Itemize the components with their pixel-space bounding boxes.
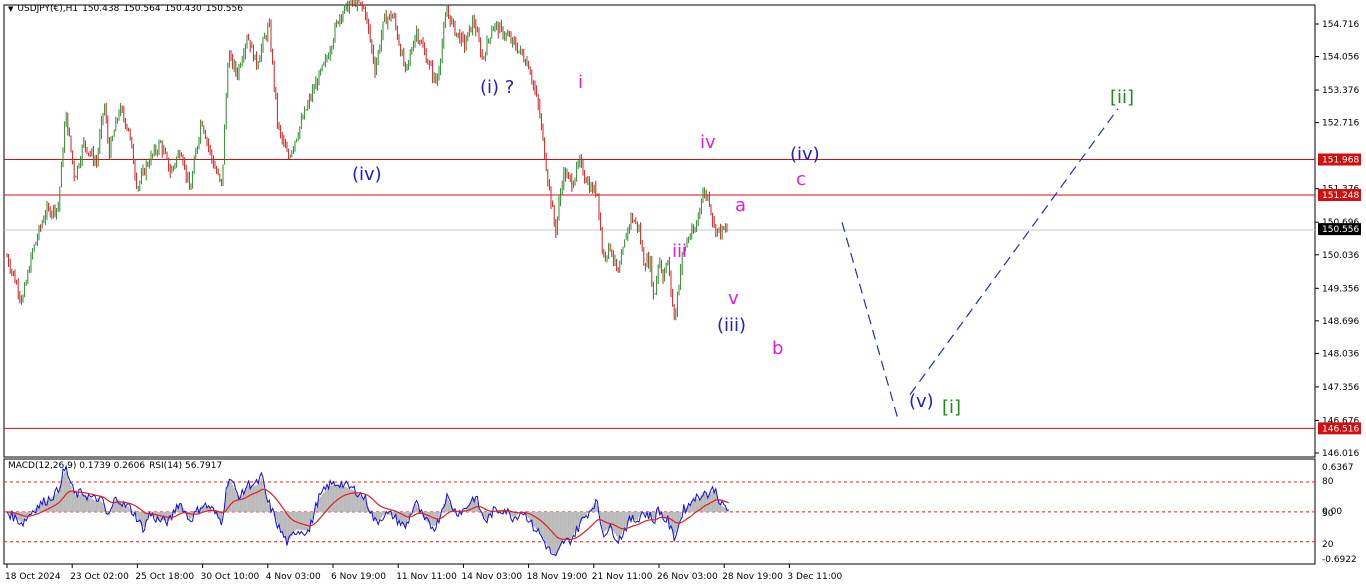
- price-tick-label: 152.716: [1322, 119, 1359, 129]
- indicator-tick-label: 80: [1322, 477, 1334, 487]
- indicator-tick-label: 50: [1322, 509, 1334, 519]
- price-tick-label: 146.516: [1322, 424, 1359, 434]
- time-tick-label: 28 Nov 19:00: [722, 572, 783, 582]
- price-tick: 154.716: [1315, 20, 1359, 30]
- price-tick: 151.968: [1318, 153, 1361, 166]
- price-tick: 146.016: [1315, 449, 1359, 459]
- wave-label: (iii): [717, 315, 746, 336]
- time-tick-label: 25 Oct 18:00: [135, 572, 194, 582]
- wave-label: [i]: [942, 397, 961, 418]
- wave-label: iv: [700, 132, 716, 153]
- high-value: 150.564: [123, 4, 161, 14]
- time-tick-label: 6 Nov 19:00: [331, 572, 386, 582]
- time-tick-label: 11 Nov 11:00: [396, 572, 457, 582]
- wave-label: v: [728, 288, 739, 309]
- dropdown-icon[interactable]: ▼: [8, 5, 13, 13]
- indicator-header: MACD(12,26,9) 0.1739 0.2606 RSI(14) 56.7…: [8, 461, 222, 471]
- price-pane-frame: [3, 4, 1316, 458]
- time-tick-label: 23 Oct 02:00: [70, 572, 129, 582]
- open-value: 150.438: [82, 4, 120, 14]
- price-tick-label: 154.056: [1322, 53, 1359, 63]
- price-tick-label: 151.968: [1322, 156, 1359, 166]
- time-tick-label: 14 Nov 03:00: [461, 572, 522, 582]
- time-tick-label: 18 Nov 19:00: [527, 572, 588, 582]
- wave-label: [ii]: [1110, 87, 1134, 108]
- macd-label: MACD(12,26,9) 0.1739 0.2606: [8, 461, 146, 471]
- price-tick-label: 153.376: [1322, 86, 1359, 96]
- time-tick-label: 26 Nov 03:00: [657, 572, 718, 582]
- price-tick: 150.036: [1315, 251, 1359, 261]
- price-tick: 153.376: [1315, 86, 1359, 96]
- indicator-tick-label: 20: [1322, 540, 1334, 550]
- price-tick-label: 148.696: [1322, 317, 1359, 327]
- time-tick-label: 18 Oct 2024: [5, 572, 61, 582]
- wave-label: b: [772, 338, 783, 359]
- indicator-tick-label: 0.6367: [1322, 463, 1354, 473]
- time-tick-label: 4 Nov 03:00: [266, 572, 321, 582]
- wave-label: (v): [909, 391, 934, 412]
- price-tick-label: 150.036: [1322, 251, 1359, 261]
- wave-label: (i) ?: [480, 77, 514, 98]
- price-tick: 152.716: [1315, 119, 1359, 129]
- price-tick: 154.056: [1315, 53, 1359, 63]
- price-tick: 149.356: [1315, 284, 1359, 294]
- price-tick: 148.696: [1315, 317, 1359, 327]
- wave-label: c: [796, 169, 806, 190]
- price-tick-label: 154.716: [1322, 20, 1359, 30]
- price-tick-label: 147.356: [1322, 383, 1359, 393]
- price-axis[interactable]: 154.716154.056153.376152.716151.968151.3…: [1315, 20, 1361, 459]
- time-tick-label: 21 Nov 11:00: [592, 572, 653, 582]
- time-axis[interactable]: 18 Oct 2024 23 Oct 02:00 25 Oct 18:00 30 Oc…: [5, 564, 842, 582]
- price-tick-label: 146.016: [1322, 449, 1359, 459]
- price-tick: 148.036: [1315, 349, 1359, 359]
- time-tick-label: 3 Dec 11:00: [787, 572, 842, 582]
- rsi-label: RSI(14) 56.7917: [149, 461, 223, 471]
- symbol-label: USDJPY(€),H1: [17, 4, 79, 14]
- close-value: 150.556: [205, 4, 243, 14]
- price-tick: 146.516: [1318, 422, 1361, 435]
- wave-label: (iv): [352, 164, 382, 185]
- indicator-axis: 0.6367800.005020-0.6922: [1322, 463, 1357, 565]
- indicator-tick-label: -0.6922: [1322, 555, 1357, 565]
- price-tick-label: 150.556: [1322, 225, 1359, 235]
- price-tick: 151.248: [1318, 189, 1361, 202]
- time-tick-label: 30 Oct 10:00: [201, 572, 260, 582]
- low-value: 150.430: [164, 4, 202, 14]
- price-tick: 147.356: [1315, 383, 1359, 393]
- wave-label: iii: [672, 241, 687, 262]
- trading-chart[interactable]: (iv) (i) ? i iv iii a v (iii) b (iv) c (v) [i] [ii] 1…: [0, 0, 1366, 588]
- wave-label: i: [578, 72, 583, 93]
- chart-header: ▼ USDJPY(€),H1 150.438 150.564 150.430 1…: [8, 4, 243, 14]
- price-tick-label: 149.356: [1322, 284, 1359, 294]
- price-tick: 150.556: [1318, 223, 1361, 236]
- wave-label: a: [735, 195, 746, 216]
- price-tick-label: 148.036: [1322, 349, 1359, 359]
- wave-label: (iv): [790, 144, 820, 165]
- price-tick-label: 151.248: [1322, 191, 1359, 201]
